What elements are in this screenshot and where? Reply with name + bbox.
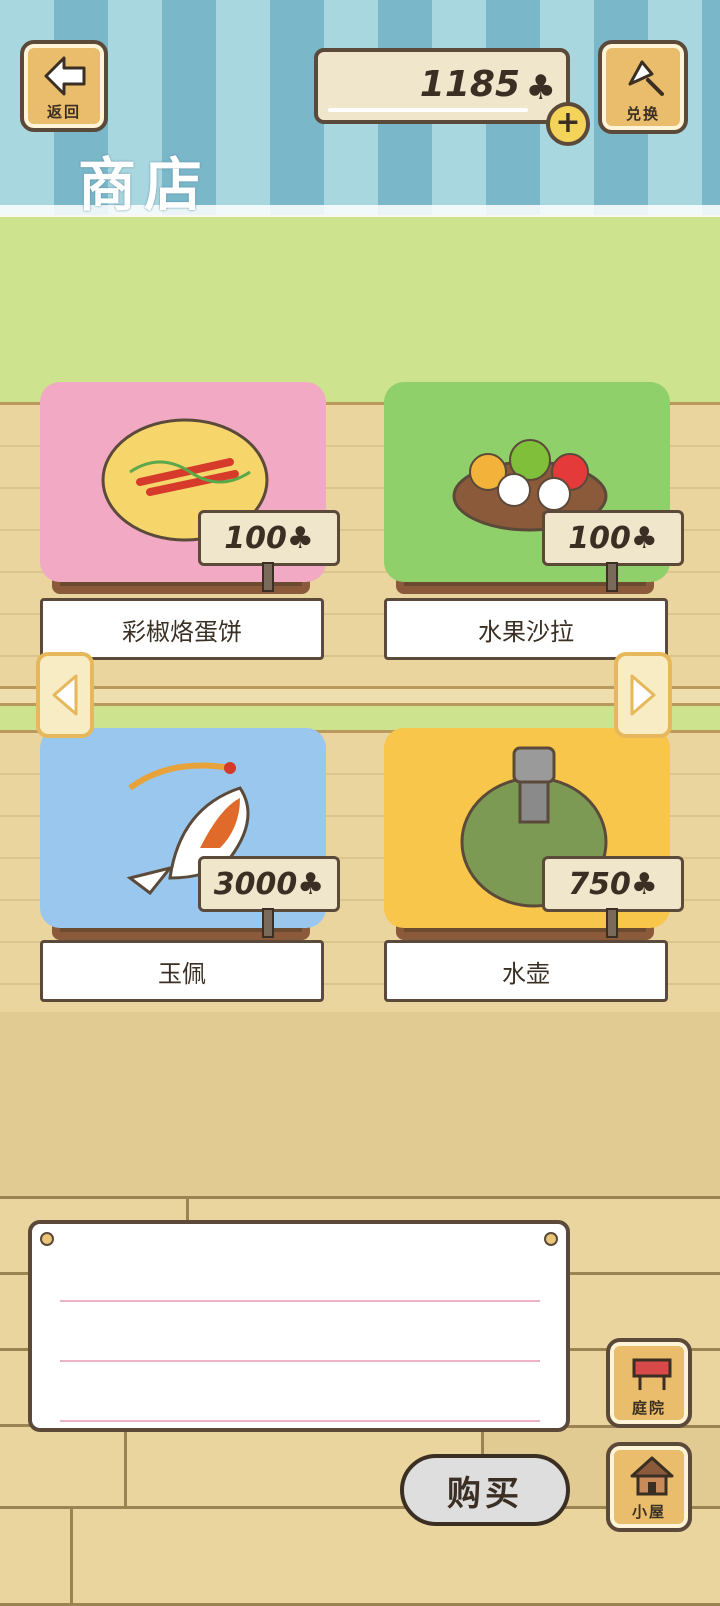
clover-icon: ♣ — [630, 520, 658, 556]
exchange-button[interactable]: 兑换 — [598, 40, 688, 134]
back-button[interactable]: 返回 — [20, 40, 108, 132]
item-name: 水壶 — [384, 940, 668, 1002]
price-hook — [262, 562, 274, 592]
back-arrow-icon — [44, 56, 86, 96]
shop-wall — [0, 217, 720, 405]
price-value: 100 — [568, 520, 631, 556]
page-title: 商店 — [78, 151, 211, 219]
back-label: 返回 — [46, 103, 81, 121]
shop-floor-wall — [0, 1012, 720, 1198]
house-label: 小屋 — [631, 1503, 666, 1521]
floor-plank — [0, 1506, 74, 1606]
clover-count: 1185 — [419, 64, 520, 105]
item-price: 750 ♣ — [542, 856, 684, 912]
balance-shine — [328, 108, 528, 112]
note-line — [60, 1420, 540, 1422]
clover-icon: ♣ — [286, 520, 314, 556]
note-pin — [40, 1232, 54, 1246]
shop-item-card[interactable]: 100 ♣ 彩椒烙蛋饼 — [40, 382, 340, 664]
prev-page-button[interactable] — [36, 652, 94, 738]
price-value: 100 — [224, 520, 287, 556]
bell-handle-icon — [628, 60, 664, 96]
note-pin — [544, 1232, 558, 1246]
item-name: 玉佩 — [40, 940, 324, 1002]
item-name: 彩椒烙蛋饼 — [40, 598, 324, 660]
house-icon — [630, 1456, 674, 1496]
item-price: 3000 ♣ — [198, 856, 340, 912]
yard-icon — [632, 1358, 672, 1390]
add-clover-button[interactable]: + — [546, 102, 590, 146]
shop-item-card[interactable]: 3000 ♣ 玉佩 — [40, 728, 340, 1010]
item-price: 100 ♣ — [198, 510, 340, 566]
clover-icon: ♣ — [630, 866, 658, 902]
price-value: 750 — [568, 866, 631, 902]
price-hook — [262, 908, 274, 938]
buy-button[interactable]: 购买 — [400, 1454, 570, 1526]
floor-plank — [0, 1424, 130, 1510]
clover-icon: ♣ — [525, 68, 556, 108]
note-line — [60, 1360, 540, 1362]
note-line — [60, 1300, 540, 1302]
item-name: 水果沙拉 — [384, 598, 668, 660]
shop-item-card[interactable]: 100 ♣ 水果沙拉 — [384, 382, 684, 664]
clover-icon: ♣ — [297, 866, 325, 902]
shop-item-card[interactable]: 750 ♣ 水壶 — [384, 728, 684, 1010]
item-price: 100 ♣ — [542, 510, 684, 566]
shelf-top-lip — [0, 686, 720, 706]
price-hook — [606, 562, 618, 592]
house-button[interactable]: 小屋 — [606, 1442, 692, 1532]
price-value: 3000 — [213, 866, 298, 902]
exchange-label: 兑换 — [625, 105, 660, 123]
message-note — [28, 1220, 570, 1432]
price-hook — [606, 908, 618, 938]
yard-label: 庭院 — [631, 1399, 666, 1417]
chevron-right-icon — [630, 674, 656, 716]
chevron-left-icon — [52, 674, 78, 716]
clover-balance: 1185 ♣ — [314, 48, 570, 124]
next-page-button[interactable] — [614, 652, 672, 738]
yard-button[interactable]: 庭院 — [606, 1338, 692, 1428]
